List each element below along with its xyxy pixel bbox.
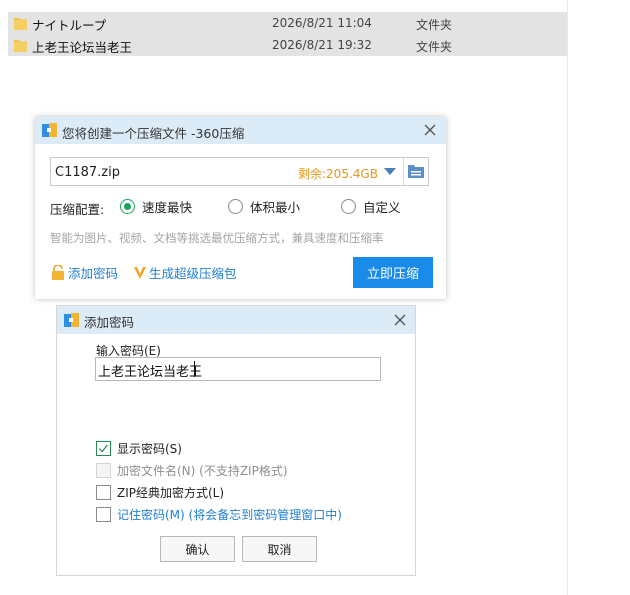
checkbox[interactable] [96,485,111,500]
file-row[interactable]: ナイトループ 2026/8/21 11:04 文件夹 [8,12,567,34]
checkbox-label[interactable]: 记住密码(M) (将会备忘到密码管理窗口中) [117,506,342,523]
checkbox [96,463,111,478]
compress-dialog-titlebar: 您将创建一个压缩文件 -360压缩 [35,117,446,144]
file-list: ナイトループ 2026/8/21 11:04 文件夹 上老王论坛当老王 2026… [8,12,567,56]
folder-browse-icon[interactable] [408,164,424,178]
divider [403,158,404,185]
compress-hint: 智能为图片、视频、文档等挑选最优压缩方式，兼具速度和压缩率 [50,231,384,245]
radio-button[interactable] [341,198,356,214]
add-password-link[interactable]: 添加密码 [51,263,118,282]
lock-icon [52,265,64,280]
text-caret [194,361,195,377]
remember-password-checkbox[interactable]: 记住密码(M) (将会备忘到密码管理窗口中) [96,506,342,523]
file-date: 2026/8/21 11:04 [272,16,372,30]
radio-button[interactable] [228,198,243,214]
v-badge-icon [134,266,146,279]
compress-dialog: 您将创建一个压缩文件 -360压缩 C1187.zip 剩余:205.4GB 压… [35,117,446,299]
file-date: 2026/8/21 19:32 [272,38,372,52]
checkbox-label: 显示密码(S) [117,442,182,456]
password-input[interactable]: 上老王论坛当老王 [95,357,381,381]
radio-custom[interactable]: 自定义 [341,197,401,215]
close-icon[interactable] [392,312,408,328]
archive-path-field[interactable]: C1187.zip 剩余:205.4GB [50,157,429,186]
checkbox-label: ZIP经典加密方式(L) [117,486,225,500]
radio-fastest[interactable]: 速度最快 [120,197,192,215]
archive-app-icon [64,313,79,327]
cancel-button[interactable]: 取消 [242,536,317,562]
encrypt-filename-checkbox: 加密文件名(N) (不支持ZIP格式) [96,462,288,479]
free-space-label: 剩余:205.4GB [298,167,378,181]
password-dialog: 添加密码 输入密码(E) 上老王论坛当老王 显示密码(S) 加密文件名(N) (… [56,305,416,576]
archive-filename[interactable]: C1187.zip [55,165,120,180]
compress-config-label: 压缩配置: [50,202,105,217]
password-dialog-titlebar: 添加密码 [57,306,415,334]
radio-label: 体积最小 [250,199,301,215]
check-icon [98,444,108,453]
file-type: 文件夹 [416,40,453,54]
triangle-down-icon[interactable] [384,168,396,176]
radio-button[interactable] [120,198,135,214]
super-package-link[interactable]: 生成超级压缩包 [133,263,237,282]
ok-button[interactable]: 确认 [160,536,235,562]
window-divider [567,0,568,595]
show-password-checkbox[interactable]: 显示密码(S) [96,440,182,457]
radio-label: 自定义 [363,199,401,215]
folder-icon [14,40,27,52]
add-password-label[interactable]: 添加密码 [68,263,118,282]
super-package-label[interactable]: 生成超级压缩包 [149,263,237,282]
radio-smallest[interactable]: 体积最小 [228,197,300,215]
checkbox-label: 加密文件名(N) (不支持ZIP格式) [117,464,288,478]
checkbox[interactable] [96,507,111,522]
zip-classic-encryption-checkbox[interactable]: ZIP经典加密方式(L) [96,484,224,501]
close-icon[interactable] [422,122,438,138]
file-name: 上老王论坛当老王 [32,40,133,55]
file-row[interactable]: 上老王论坛当老王 2026/8/21 19:32 文件夹 [8,34,567,56]
folder-icon [14,18,27,30]
radio-label: 速度最快 [142,199,193,215]
checkbox[interactable] [96,441,111,456]
password-dialog-title: 添加密码 [84,315,135,330]
archive-app-icon [42,123,57,137]
file-type: 文件夹 [416,18,453,32]
file-name: ナイトループ [32,18,107,33]
compress-now-button[interactable]: 立即压缩 [353,257,433,288]
compress-dialog-title: 您将创建一个压缩文件 -360压缩 [62,126,245,141]
